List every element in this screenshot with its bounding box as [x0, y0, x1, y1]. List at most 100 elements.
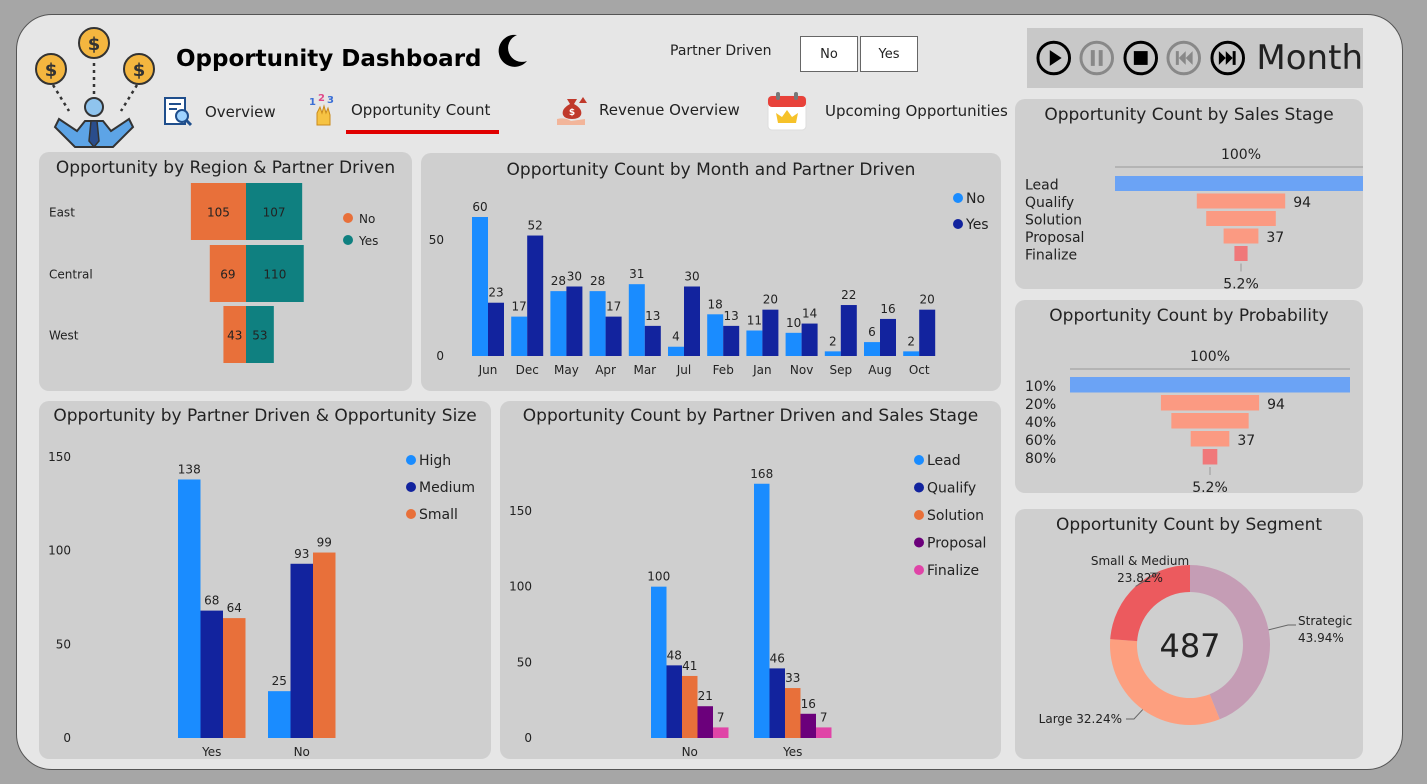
month-category-label: Jul: [676, 363, 691, 377]
funnel-stage-category-label: Finalize: [1025, 248, 1077, 264]
funnel-stage-value-label: 94: [1293, 195, 1311, 211]
month-bar: [762, 309, 779, 356]
nav-opportunity-count[interactable]: 1 2 3 Opportunity Count: [307, 93, 490, 127]
month-bar: [472, 217, 488, 356]
region-category-label: Central: [49, 268, 93, 282]
funnel-prob-bottom-label: 5.2%: [1192, 480, 1228, 493]
nav-revenue-overview[interactable]: $ Revenue Overview: [555, 93, 740, 127]
funnel-prob-card: Opportunity Count by Probability 100% 10%…: [1015, 300, 1363, 493]
stop-icon[interactable]: [1122, 39, 1159, 77]
size-data-label: 99: [317, 536, 332, 550]
next-icon[interactable]: [1209, 39, 1246, 77]
stage-bar: [713, 727, 729, 738]
region-legend-label: Yes: [358, 234, 378, 248]
month-data-label: 18: [708, 297, 723, 311]
stage-bar: [666, 665, 682, 738]
funnel-prob-category-label: 60%: [1025, 433, 1056, 449]
size-legend-label: Small: [419, 507, 458, 523]
stage-data-label: 21: [698, 689, 713, 703]
month-data-label: 16: [880, 302, 895, 316]
funnel-prob-chart: 100% 10% 20% 94 40% 60% 37 80% 5.2%: [1025, 349, 1350, 493]
funnel-prob-funnel-bar: [1070, 377, 1350, 393]
size-data-label: 68: [204, 594, 219, 608]
funnel-prob-category-label: 20%: [1025, 397, 1056, 413]
month-data-label: 6: [868, 325, 876, 339]
funnel-stage-chart: 100% LeadQualify 94 SolutionProposal 37 Final…: [1025, 147, 1363, 289]
funnel-stage-funnel-bar: [1115, 176, 1363, 191]
month-bar: [511, 316, 528, 356]
stage-ytick-label: 0: [524, 731, 532, 745]
size-data-label: 93: [294, 547, 309, 561]
month-data-label: 2: [829, 334, 837, 348]
funnel-stage-category-label: Lead: [1025, 178, 1059, 194]
partner-no-button[interactable]: No: [800, 36, 858, 72]
stage-chart: 0 50 100 150 100 4841 21 7 No 168 463316 7 Yes Lead Qu…: [509, 453, 986, 759]
size-category-label: No: [294, 745, 310, 759]
stage-legend-label: Proposal: [927, 536, 986, 552]
month-bar: [684, 286, 700, 356]
region-category-label: East: [49, 206, 75, 220]
month-bar: [903, 351, 920, 356]
region-chart: East 105 107 Central 69 110 West 43 53 No Yes: [49, 183, 378, 363]
stage-bar: [800, 713, 816, 738]
segment-card: Opportunity Count by Segment 487 Strategi…: [1015, 509, 1363, 759]
document-search-icon: [164, 97, 193, 127]
month-data-label: 23: [488, 286, 503, 300]
region-value-no: 69: [220, 268, 235, 282]
pause-icon[interactable]: [1078, 39, 1115, 77]
funnel-stage-funnel-bar: [1234, 246, 1248, 261]
stage-category-label: Yes: [782, 745, 802, 759]
stage-bar: [769, 668, 785, 738]
month-legend-swatch: [953, 193, 963, 203]
partner-yes-button[interactable]: Yes: [860, 36, 918, 72]
nav-overview[interactable]: Overview: [161, 95, 276, 129]
region-legend-swatch: [343, 213, 353, 223]
previous-icon[interactable]: [1165, 39, 1202, 77]
month-data-label: 28: [551, 274, 566, 288]
month-category-label: Mar: [633, 363, 656, 377]
funnel-prob-funnel-bar: [1171, 413, 1249, 429]
stage-bar: [697, 706, 713, 738]
stage-ytick-label: 150: [509, 504, 532, 518]
month-data-label: 30: [684, 270, 699, 284]
funnel-prob-category-label: 80%: [1025, 451, 1056, 467]
size-ytick-label: 150: [48, 450, 71, 464]
month-category-label: Dec: [516, 363, 539, 377]
month-data-label: 20: [763, 293, 778, 307]
month-bar: [919, 309, 936, 356]
region-value-yes: 107: [263, 206, 286, 220]
funnel-stage-value-label: 37: [1266, 230, 1284, 246]
month-bar: [488, 302, 504, 356]
play-icon[interactable]: [1035, 39, 1072, 77]
month-bar: [550, 291, 567, 356]
size-bar: [223, 618, 246, 738]
nav-opportunity-count-label: Opportunity Count: [351, 101, 491, 119]
segment-label-name: Small & Medium: [1091, 554, 1189, 568]
size-ytick-label: 100: [48, 544, 71, 558]
month-data-label: 60: [472, 200, 487, 214]
month-legend-label: No: [966, 191, 985, 207]
size-legend-swatch: [406, 455, 416, 465]
stage-bar: [682, 675, 698, 738]
stage-data-label: 41: [682, 659, 697, 673]
stage-data-label: 48: [667, 648, 682, 662]
month-bar: [589, 291, 606, 356]
region-value-yes: 110: [263, 268, 286, 282]
stage-ytick-label: 50: [517, 655, 532, 669]
hand-counting-icon: 1 2 3: [309, 93, 334, 126]
month-data-label: 14: [802, 307, 817, 321]
month-data-label: 11: [747, 314, 762, 328]
funnel-stage-funnel-bar: [1223, 228, 1259, 244]
size-chart: 0 50 100 150 138 68 64 Yes 25 93 99 No High Medium Sma…: [48, 450, 475, 759]
stage-legend-swatch: [914, 455, 924, 465]
player-field-label: Month: [1256, 38, 1363, 78]
month-bar: [628, 284, 645, 356]
size-data-label: 25: [272, 674, 287, 688]
month-data-label: 31: [629, 267, 644, 281]
month-bar: [801, 323, 818, 356]
month-ytick-label: 0: [436, 349, 444, 363]
nav-upcoming-opportunities[interactable]: Upcoming Opportunities: [765, 89, 1008, 133]
region-card: Opportunity by Region & Partner Driven E…: [39, 152, 412, 391]
stage-data-label: 33: [785, 671, 800, 685]
dark-mode-moon-icon[interactable]: [491, 31, 531, 71]
